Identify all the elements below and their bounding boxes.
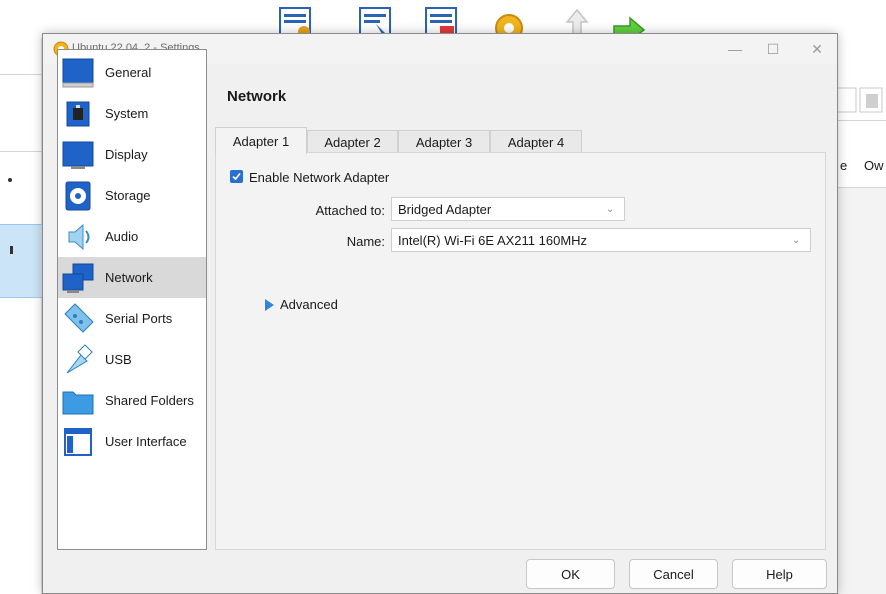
- storage-icon: [65, 181, 91, 210]
- vm-list-pane: [0, 38, 42, 594]
- sidebar-item-label: Display: [105, 147, 148, 162]
- adapter-name-select[interactable]: Intel(R) Wi-Fi 6E AX211 160MHz ⌄: [391, 228, 811, 252]
- sidebar-item-label: USB: [105, 352, 132, 367]
- close-icon: ✕: [811, 40, 823, 57]
- audio-icon: [68, 223, 90, 250]
- sidebar-item-label: Serial Ports: [105, 311, 173, 326]
- vm-list-dot: [8, 178, 12, 182]
- sidebar-item-label: System: [105, 106, 149, 121]
- minimize-icon: —: [728, 41, 742, 57]
- sidebar-item-label: Audio: [105, 229, 139, 244]
- attached-to-value: Bridged Adapter: [398, 201, 492, 217]
- maximize-button[interactable]: ☐: [757, 38, 789, 60]
- sidebar-item-shared-folders[interactable]: Shared Folders: [58, 380, 206, 421]
- tab-adapter-1[interactable]: Adapter 1: [215, 127, 307, 154]
- sidebar-item-label: Network: [105, 270, 153, 285]
- cancel-button[interactable]: Cancel: [629, 559, 718, 589]
- sidebar-item-system[interactable]: System: [58, 93, 206, 134]
- column-header-partial: e: [840, 158, 848, 173]
- details-divider: [838, 120, 886, 121]
- adapter-name-value: Intel(R) Wi-Fi 6E AX211 160MHz: [398, 232, 588, 248]
- vm-list-divider: [0, 151, 42, 152]
- maximize-icon: ☐: [766, 40, 780, 57]
- attached-to-label: Attached to:: [315, 203, 385, 218]
- sidebar-item-label: Storage: [105, 188, 151, 203]
- vm-list-selected-item[interactable]: [0, 224, 42, 298]
- sidebar-item-label: Shared Folders: [105, 393, 194, 408]
- adapter-settings-page: Enable Network Adapter Attached to: Brid…: [215, 152, 826, 550]
- ok-button[interactable]: OK: [526, 559, 615, 589]
- network-icon: [62, 263, 94, 293]
- vm-list-divider: [0, 74, 42, 75]
- enable-network-adapter-checkbox[interactable]: [230, 170, 243, 183]
- sidebar-item-label: General: [105, 65, 152, 80]
- tab-adapter-3[interactable]: Adapter 3: [398, 130, 490, 154]
- chevron-down-icon: ⌄: [792, 235, 801, 246]
- close-button[interactable]: ✕: [801, 38, 833, 60]
- snapshot-icons: [833, 87, 883, 113]
- tab-adapter-4[interactable]: Adapter 4: [490, 130, 582, 154]
- sidebar-item-user-interface[interactable]: User Interface: [58, 421, 206, 462]
- tab-adapter-2[interactable]: Adapter 2: [307, 130, 398, 154]
- sidebar-item-label: User Interface: [105, 434, 187, 449]
- system-icon: [66, 101, 90, 126]
- sidebar-item-network[interactable]: Network: [58, 257, 206, 298]
- help-button[interactable]: Help: [732, 559, 827, 589]
- vm-list-marker: [10, 246, 13, 254]
- serial-ports-icon: [64, 302, 94, 333]
- enable-network-adapter-label[interactable]: Enable Network Adapter: [249, 170, 389, 185]
- checkmark-icon: [232, 172, 241, 181]
- general-icon: [62, 58, 94, 87]
- name-label: Name:: [346, 234, 385, 249]
- sidebar-item-audio[interactable]: Audio: [58, 216, 206, 257]
- usb-icon: [66, 343, 93, 373]
- minimize-button[interactable]: —: [719, 38, 751, 60]
- sidebar-item-general[interactable]: General: [58, 52, 206, 93]
- sidebar-item-storage[interactable]: Storage: [58, 175, 206, 216]
- settings-category-list: General System Display Storage Audio Net…: [57, 49, 207, 550]
- page-title: Network: [227, 88, 287, 105]
- sidebar-item-usb[interactable]: USB: [58, 339, 206, 380]
- shared-folders-icon: [62, 391, 94, 414]
- attached-to-select[interactable]: Bridged Adapter ⌄: [391, 197, 625, 221]
- chevron-down-icon: ⌄: [606, 204, 615, 215]
- advanced-toggle[interactable]: Advanced: [280, 297, 338, 312]
- settings-dialog: Ubuntu 22.04_2 - Settings — ☐ ✕ General …: [42, 33, 838, 594]
- column-header-owner-partial: Ow: [864, 158, 884, 173]
- details-pane-lower: [838, 188, 886, 594]
- sidebar-item-serial-ports[interactable]: Serial Ports: [58, 298, 206, 339]
- display-icon: [62, 141, 94, 169]
- expand-arrow-icon[interactable]: [265, 299, 274, 311]
- sidebar-item-display[interactable]: Display: [58, 134, 206, 175]
- user-interface-icon: [64, 427, 92, 456]
